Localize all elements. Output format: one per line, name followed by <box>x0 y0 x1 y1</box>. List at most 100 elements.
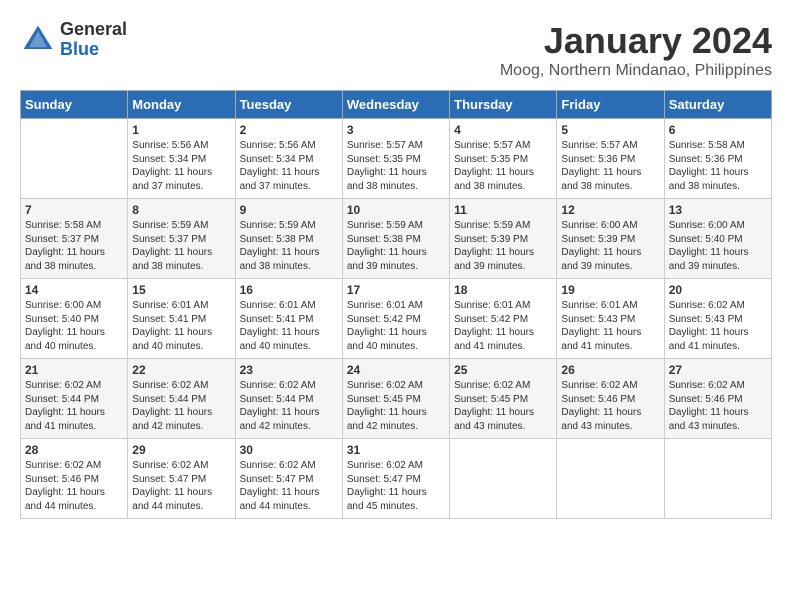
day-number: 30 <box>240 443 338 457</box>
logo-blue: Blue <box>60 39 99 59</box>
day-info: Sunrise: 6:00 AMSunset: 5:40 PMDaylight:… <box>25 299 123 353</box>
calendar-cell: 19 Sunrise: 6:01 AMSunset: 5:43 PMDayligh… <box>557 279 664 359</box>
day-number: 24 <box>347 363 445 377</box>
calendar-cell: 15 Sunrise: 6:01 AMSunset: 5:41 PMDayligh… <box>128 279 235 359</box>
day-number: 21 <box>25 363 123 377</box>
calendar-cell: 24 Sunrise: 6:02 AMSunset: 5:45 PMDayligh… <box>342 359 449 439</box>
day-number: 28 <box>25 443 123 457</box>
day-number: 8 <box>132 203 230 217</box>
day-number: 19 <box>561 283 659 297</box>
logo: General Blue <box>20 20 127 60</box>
calendar-cell: 22Sunrise: 6:02 AMSunset: 5:44 PMDayligh… <box>128 359 235 439</box>
day-info: Sunrise: 6:02 AMSunset: 5:47 PMDaylight:… <box>347 459 445 513</box>
day-number: 31 <box>347 443 445 457</box>
logo-text: General Blue <box>60 20 127 60</box>
week-row-3: 14 Sunrise: 6:00 AMSunset: 5:40 PMDayligh… <box>21 279 772 359</box>
calendar-cell: 13Sunrise: 6:00 AMSunset: 5:40 PMDayligh… <box>664 199 771 279</box>
logo-icon <box>20 22 56 58</box>
day-info: Sunrise: 6:01 AMSunset: 5:43 PMDaylight:… <box>561 299 659 353</box>
calendar-cell: 5 Sunrise: 5:57 AMSunset: 5:36 PMDaylight… <box>557 119 664 199</box>
day-info: Sunrise: 5:59 AMSunset: 5:37 PMDaylight:… <box>132 219 230 273</box>
page-header: General Blue January 2024 Moog, Northern… <box>20 20 772 80</box>
calendar-table: SundayMondayTuesdayWednesdayThursdayFrid… <box>20 90 772 519</box>
day-info: Sunrise: 6:02 AMSunset: 5:43 PMDaylight:… <box>669 299 767 353</box>
day-info: Sunrise: 6:01 AMSunset: 5:41 PMDaylight:… <box>132 299 230 353</box>
calendar-cell: 27 Sunrise: 6:02 AMSunset: 5:46 PMDayligh… <box>664 359 771 439</box>
day-number: 16 <box>240 283 338 297</box>
day-number: 7 <box>25 203 123 217</box>
week-row-2: 7 Sunrise: 5:58 AMSunset: 5:37 PMDaylight… <box>21 199 772 279</box>
day-info: Sunrise: 6:01 AMSunset: 5:42 PMDaylight:… <box>347 299 445 353</box>
day-number: 26 <box>561 363 659 377</box>
day-info: Sunrise: 6:02 AMSunset: 5:46 PMDaylight:… <box>561 379 659 433</box>
day-info: Sunrise: 6:02 AMSunset: 5:44 PMDaylight:… <box>25 379 123 433</box>
location: Moog, Northern Mindanao, Philippines <box>500 62 772 80</box>
day-info: Sunrise: 6:00 AMSunset: 5:40 PMDaylight:… <box>669 219 767 273</box>
day-info: Sunrise: 5:58 AMSunset: 5:36 PMDaylight:… <box>669 139 767 193</box>
day-info: Sunrise: 5:57 AMSunset: 5:35 PMDaylight:… <box>454 139 552 193</box>
calendar-cell: 29 Sunrise: 6:02 AMSunset: 5:47 PMDayligh… <box>128 439 235 519</box>
day-number: 5 <box>561 123 659 137</box>
day-number: 15 <box>132 283 230 297</box>
weekday-header-friday: Friday <box>557 91 664 119</box>
weekday-header-tuesday: Tuesday <box>235 91 342 119</box>
calendar-cell: 7 Sunrise: 5:58 AMSunset: 5:37 PMDaylight… <box>21 199 128 279</box>
calendar-cell <box>450 439 557 519</box>
day-info: Sunrise: 5:56 AMSunset: 5:34 PMDaylight:… <box>240 139 338 193</box>
day-info: Sunrise: 6:02 AMSunset: 5:46 PMDaylight:… <box>669 379 767 433</box>
day-info: Sunrise: 6:02 AMSunset: 5:44 PMDaylight:… <box>132 379 230 433</box>
calendar-cell: 4 Sunrise: 5:57 AMSunset: 5:35 PMDaylight… <box>450 119 557 199</box>
calendar-cell: 11 Sunrise: 5:59 AMSunset: 5:39 PMDayligh… <box>450 199 557 279</box>
day-info: Sunrise: 5:59 AMSunset: 5:39 PMDaylight:… <box>454 219 552 273</box>
calendar-cell: 17Sunrise: 6:01 AMSunset: 5:42 PMDayligh… <box>342 279 449 359</box>
day-number: 20 <box>669 283 767 297</box>
weekday-header-saturday: Saturday <box>664 91 771 119</box>
weekday-header-thursday: Thursday <box>450 91 557 119</box>
calendar-cell: 3 Sunrise: 5:57 AMSunset: 5:35 PMDaylight… <box>342 119 449 199</box>
day-number: 12 <box>561 203 659 217</box>
calendar-cell: 23 Sunrise: 6:02 AMSunset: 5:44 PMDayligh… <box>235 359 342 439</box>
day-number: 27 <box>669 363 767 377</box>
day-number: 23 <box>240 363 338 377</box>
calendar-cell: 18Sunrise: 6:01 AMSunset: 5:42 PMDayligh… <box>450 279 557 359</box>
calendar-cell <box>557 439 664 519</box>
day-info: Sunrise: 6:02 AMSunset: 5:45 PMDaylight:… <box>347 379 445 433</box>
day-number: 14 <box>25 283 123 297</box>
day-number: 1 <box>132 123 230 137</box>
day-number: 6 <box>669 123 767 137</box>
calendar-cell: 21 Sunrise: 6:02 AMSunset: 5:44 PMDayligh… <box>21 359 128 439</box>
week-row-4: 21 Sunrise: 6:02 AMSunset: 5:44 PMDayligh… <box>21 359 772 439</box>
calendar-cell: 14 Sunrise: 6:00 AMSunset: 5:40 PMDayligh… <box>21 279 128 359</box>
day-number: 2 <box>240 123 338 137</box>
day-info: Sunrise: 5:59 AMSunset: 5:38 PMDaylight:… <box>347 219 445 273</box>
calendar-cell: 12 Sunrise: 6:00 AMSunset: 5:39 PMDayligh… <box>557 199 664 279</box>
day-info: Sunrise: 5:57 AMSunset: 5:36 PMDaylight:… <box>561 139 659 193</box>
day-info: Sunrise: 6:00 AMSunset: 5:39 PMDaylight:… <box>561 219 659 273</box>
week-row-1: 1 Sunrise: 5:56 AMSunset: 5:34 PMDaylight… <box>21 119 772 199</box>
day-number: 25 <box>454 363 552 377</box>
calendar-cell: 30Sunrise: 6:02 AMSunset: 5:47 PMDayligh… <box>235 439 342 519</box>
day-info: Sunrise: 6:02 AMSunset: 5:47 PMDaylight:… <box>132 459 230 513</box>
weekday-header-monday: Monday <box>128 91 235 119</box>
calendar-cell: 1Sunrise: 5:56 AMSunset: 5:34 PMDaylight… <box>128 119 235 199</box>
calendar-cell: 10 Sunrise: 5:59 AMSunset: 5:38 PMDayligh… <box>342 199 449 279</box>
weekday-header-sunday: Sunday <box>21 91 128 119</box>
logo-general: General <box>60 19 127 39</box>
day-number: 10 <box>347 203 445 217</box>
calendar-cell: 28Sunrise: 6:02 AMSunset: 5:46 PMDayligh… <box>21 439 128 519</box>
day-number: 29 <box>132 443 230 457</box>
calendar-cell: 26 Sunrise: 6:02 AMSunset: 5:46 PMDayligh… <box>557 359 664 439</box>
calendar-cell: 31 Sunrise: 6:02 AMSunset: 5:47 PMDayligh… <box>342 439 449 519</box>
calendar-cell: 16Sunrise: 6:01 AMSunset: 5:41 PMDayligh… <box>235 279 342 359</box>
day-info: Sunrise: 5:57 AMSunset: 5:35 PMDaylight:… <box>347 139 445 193</box>
calendar-cell: 6 Sunrise: 5:58 AMSunset: 5:36 PMDaylight… <box>664 119 771 199</box>
day-info: Sunrise: 5:58 AMSunset: 5:37 PMDaylight:… <box>25 219 123 273</box>
title-block: January 2024 Moog, Northern Mindanao, Ph… <box>500 20 772 80</box>
day-number: 4 <box>454 123 552 137</box>
day-number: 3 <box>347 123 445 137</box>
calendar-cell <box>664 439 771 519</box>
day-number: 11 <box>454 203 552 217</box>
weekday-header-wednesday: Wednesday <box>342 91 449 119</box>
day-info: Sunrise: 6:02 AMSunset: 5:44 PMDaylight:… <box>240 379 338 433</box>
calendar-cell: 8 Sunrise: 5:59 AMSunset: 5:37 PMDaylight… <box>128 199 235 279</box>
